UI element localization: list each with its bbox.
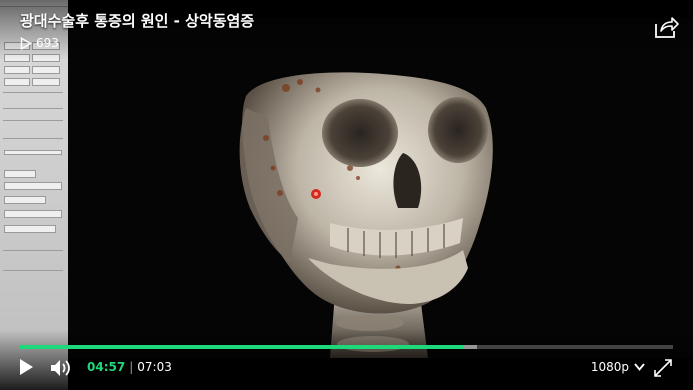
progress-played [20,345,464,349]
quality-label: 1080p [590,360,629,374]
duration: 07:03 [137,360,172,374]
volume-icon [51,360,70,376]
play-button[interactable] [18,358,34,376]
time-separator: | [129,360,134,374]
share-icon [655,17,679,38]
fullscreen-button[interactable] [654,359,672,377]
view-count-value: 693 [36,36,59,50]
share-button[interactable] [653,14,679,40]
chevron-down-icon [634,363,645,371]
video-title: 광대수술후 통증의 원인 - 상악동염증 [20,12,255,30]
ct-skull-render [239,72,493,358]
volume-button[interactable] [50,358,74,378]
time-display: 04:57 | 07:03 [87,360,172,374]
play-icon [20,359,33,375]
current-time: 04:57 [87,360,126,374]
view-count: 693 [20,36,59,50]
quality-selector[interactable]: 1080p [591,360,645,374]
play-outline-icon [20,36,32,50]
progress-bar[interactable] [20,345,673,349]
fullscreen-icon [654,359,672,377]
